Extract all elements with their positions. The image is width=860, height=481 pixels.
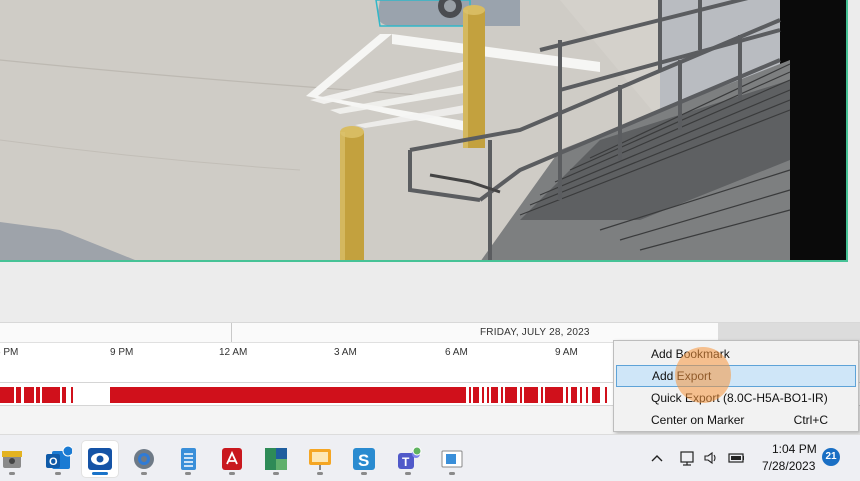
svg-text:O: O (49, 456, 58, 468)
menu-item-add-bookmark[interactable]: Add Bookmark (616, 343, 856, 365)
app-indicator (9, 472, 15, 475)
click-highlight (675, 347, 731, 403)
hour-label: 9 AM (555, 347, 578, 358)
hour-label: 6 AM (445, 347, 468, 358)
taskbar-app[interactable] (170, 441, 206, 477)
hour-label: 12 AM (219, 347, 248, 358)
clock-date[interactable]: 7/28/2023 (762, 459, 815, 473)
notification-badge[interactable]: 21 (822, 448, 840, 466)
app-indicator (185, 472, 191, 475)
recording-segment (592, 387, 600, 403)
battery-icon[interactable] (728, 450, 744, 466)
recording-segment (586, 387, 588, 403)
menu-item-quick-export[interactable]: Quick Export (8.0C-H5A-BO1-IR) (616, 387, 856, 409)
recording-segment (505, 387, 517, 403)
recording-segment (42, 387, 60, 403)
recording-segment (71, 387, 73, 403)
timeline-context-menu: Add Bookmark Add Export Quick Export (8.… (613, 340, 859, 432)
taskbar-app[interactable]: S (346, 441, 382, 477)
taskbar: O S T (0, 434, 860, 481)
app-indicator (273, 472, 279, 475)
recording-segment (36, 387, 40, 403)
timeline-date-strip: FRIDAY, JULY 28, 2023 (0, 322, 860, 343)
app-indicator (317, 472, 323, 475)
security-viewer-icon (88, 448, 112, 470)
viewer-background (0, 262, 860, 322)
menu-item-label: Center on Marker (651, 413, 745, 427)
recording-segment (487, 387, 489, 403)
recording-segment (501, 387, 503, 403)
menu-item-center-on-marker[interactable]: Center on Marker Ctrl+C (616, 409, 856, 431)
app-indicator (141, 472, 147, 475)
app-indicator (229, 472, 235, 475)
recording-segment (491, 387, 498, 403)
camera-image (0, 0, 846, 260)
volume-icon[interactable] (703, 450, 719, 466)
acrobat-icon (222, 448, 242, 470)
app-indicator (55, 472, 61, 475)
hour-label: 3 AM (334, 347, 357, 358)
snagit-icon: S (353, 448, 375, 470)
recording-segment (571, 387, 577, 403)
taskbar-app[interactable]: O (40, 441, 76, 477)
recording-segment (580, 387, 582, 403)
hour-label: 9 PM (110, 347, 134, 358)
outlook-icon: O (46, 445, 72, 469)
taskbar-app[interactable] (0, 441, 30, 477)
app-indicator (449, 472, 455, 475)
recording-segment (469, 387, 471, 403)
camera-view[interactable] (0, 0, 848, 262)
settings-icon (134, 449, 154, 469)
svg-text:S: S (358, 451, 369, 470)
recording-segment (541, 387, 543, 403)
app-indicator (92, 472, 108, 475)
taskbar-app[interactable] (434, 441, 470, 477)
window-app-icon (441, 450, 463, 468)
taskbar-app[interactable] (126, 441, 162, 477)
hour-label: 6 PM (0, 347, 19, 358)
taskbar-app[interactable] (302, 441, 338, 477)
recording-segment (524, 387, 538, 403)
taskbar-app[interactable] (258, 441, 294, 477)
spreadsheet-app-icon (265, 448, 287, 470)
recording-segment (24, 387, 34, 403)
menu-item-shortcut: Ctrl+C (793, 413, 828, 427)
recording-segment (16, 387, 21, 403)
recording-segment (520, 387, 522, 403)
recording-segment (110, 387, 466, 403)
app-indicator (361, 472, 367, 475)
menu-item-add-export[interactable]: Add Export (616, 365, 856, 387)
recording-segment (0, 387, 14, 403)
taskbar-app[interactable] (214, 441, 250, 477)
recording-segment (545, 387, 563, 403)
clock-time[interactable]: 1:04 PM (772, 442, 817, 456)
svg-text:T: T (402, 455, 410, 469)
day-divider (231, 323, 232, 343)
notepad-icon (181, 448, 196, 470)
recording-segment (605, 387, 607, 403)
recording-segment (566, 387, 568, 403)
recording-segment (62, 387, 66, 403)
chevron-up-icon[interactable] (649, 450, 665, 466)
taskbar-app[interactable] (82, 441, 118, 477)
timeline-date-label: FRIDAY, JULY 28, 2023 (480, 327, 590, 338)
recording-segment (473, 387, 479, 403)
app-indicator (405, 472, 411, 475)
secure-app-icon (2, 451, 22, 468)
menu-item-label: Quick Export (8.0C-H5A-BO1-IR) (651, 391, 828, 405)
presentation-app-icon (309, 449, 331, 470)
vms-window: FRIDAY, JULY 28, 2023 6 PM 9 PM 12 AM 3 … (0, 0, 860, 481)
recording-segment (482, 387, 484, 403)
taskbar-app[interactable]: T (390, 441, 426, 477)
network-icon[interactable] (680, 450, 696, 466)
teams-icon: T (398, 446, 422, 469)
